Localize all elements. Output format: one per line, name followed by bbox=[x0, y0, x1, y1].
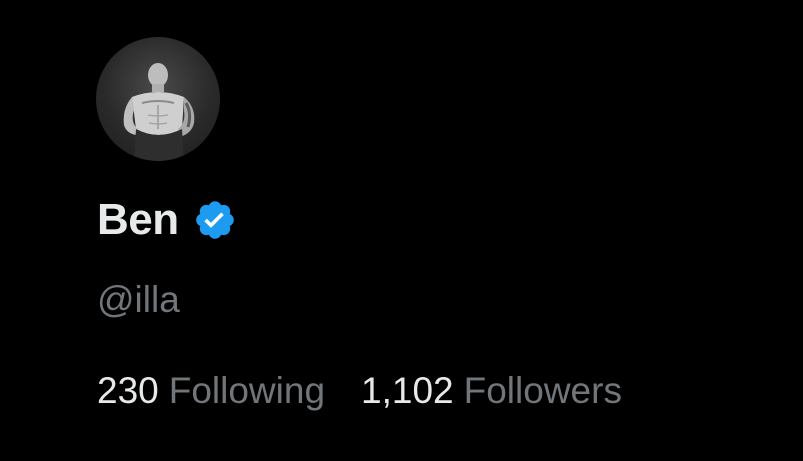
display-name: Ben bbox=[97, 195, 179, 244]
name-row: Ben bbox=[97, 194, 237, 246]
followers-link[interactable]: 1,102 Followers bbox=[361, 368, 622, 414]
user-handle: @illa bbox=[97, 279, 180, 320]
avatar-photo-icon bbox=[123, 63, 195, 161]
followers-label: Followers bbox=[463, 370, 622, 411]
following-link[interactable]: 230 Following bbox=[97, 368, 325, 414]
followers-count: 1,102 bbox=[361, 370, 454, 411]
profile-header: Ben @illa 230 Following 1,102 Followers bbox=[0, 0, 803, 461]
following-label: Following bbox=[168, 370, 326, 411]
following-count: 230 bbox=[97, 370, 159, 411]
profile-stats: 230 Following 1,102 Followers bbox=[97, 368, 622, 414]
verified-badge-icon[interactable] bbox=[193, 198, 237, 242]
avatar[interactable] bbox=[96, 37, 220, 161]
